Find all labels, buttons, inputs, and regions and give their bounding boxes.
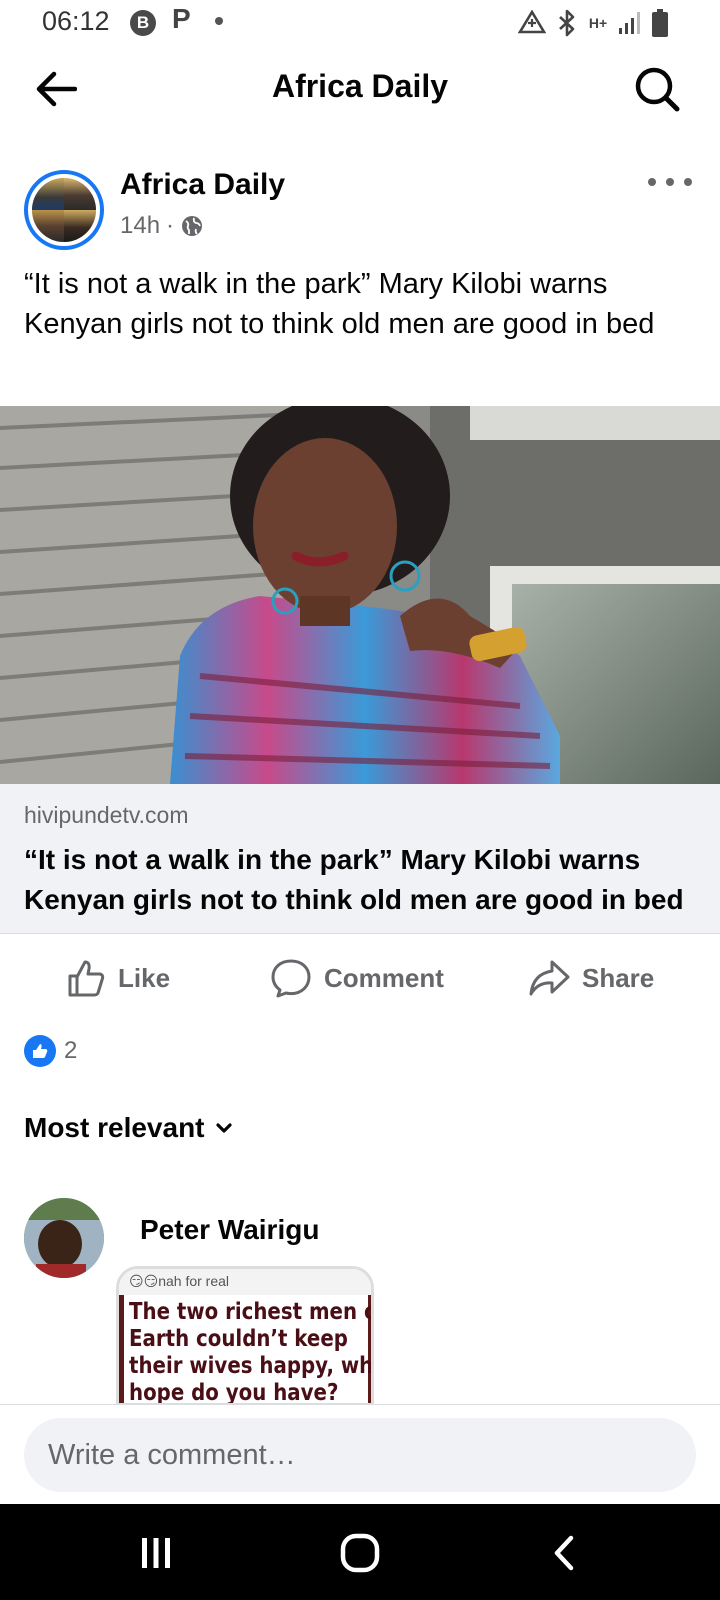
dot-icon xyxy=(648,178,656,186)
link-title: “It is not a walk in the park” Mary Kilo… xyxy=(24,840,696,920)
signal-icon xyxy=(619,12,640,34)
like-button[interactable]: Like xyxy=(66,950,170,1006)
like-label: Like xyxy=(118,962,171,993)
search-icon xyxy=(635,67,680,112)
data-saver-icon xyxy=(518,10,546,34)
sort-label: Most relevant xyxy=(24,1112,205,1143)
battery-icon xyxy=(652,9,668,37)
post-photo xyxy=(0,406,720,784)
comment-author[interactable]: Peter Wairigu xyxy=(140,1214,319,1246)
dot-icon xyxy=(666,178,674,186)
meme-line: Earth couldn’t keep xyxy=(129,1326,348,1352)
commenter-photo xyxy=(24,1198,104,1278)
meme-line: The two richest men on xyxy=(129,1299,374,1325)
meme-header: 😏😏nah for real xyxy=(119,1269,371,1295)
network-type-icon: H+ xyxy=(588,14,608,31)
notification-dot-icon xyxy=(215,17,223,25)
search-button[interactable] xyxy=(630,62,684,116)
dot-icon xyxy=(684,178,692,186)
page-title: Africa Daily xyxy=(271,68,449,104)
status-bar: 06:12 B P H+ xyxy=(0,0,720,46)
back-chevron-icon xyxy=(554,1535,574,1571)
comment-button[interactable]: Comment xyxy=(270,950,444,1006)
comment-attachment-image[interactable]: 😏😏nah for real The two richest men on Ea… xyxy=(116,1266,374,1406)
post-header: Africa Daily 14h · xyxy=(0,160,720,260)
bluetooth-icon xyxy=(559,9,575,37)
avatar-collage xyxy=(32,178,96,242)
recent-apps-icon xyxy=(142,1538,170,1568)
post-text: “It is not a walk in the park” Mary Kilo… xyxy=(24,268,655,340)
link-title-line-1: “It is not a walk in the park” Mary Kilo… xyxy=(24,844,641,875)
chevron-down-icon xyxy=(215,1123,232,1133)
home-icon xyxy=(340,1533,380,1573)
comment-label: Comment xyxy=(324,962,444,993)
meta-separator: · xyxy=(166,212,175,239)
post-actions: Like Comment Share xyxy=(0,950,720,1010)
post-meta: 14h · xyxy=(120,212,204,240)
home-button[interactable] xyxy=(330,1526,390,1580)
meme-text: The two richest men on Earth couldn’t ke… xyxy=(129,1299,374,1406)
meme-line: their wives happy, what xyxy=(129,1353,374,1379)
link-preview[interactable]: hivipundetv.com “It is not a walk in the… xyxy=(0,784,720,934)
status-time: 06:12 xyxy=(42,6,110,36)
link-title-line-2: Kenyan girls not to think old men are go… xyxy=(24,884,684,915)
comment-input[interactable]: Write a comment… xyxy=(24,1418,696,1492)
system-navigation-bar xyxy=(0,1504,720,1600)
commenter-avatar[interactable] xyxy=(24,1198,104,1278)
reactions-summary[interactable]: 2 xyxy=(24,1034,77,1068)
comment-sort-dropdown[interactable]: Most relevant xyxy=(24,1112,233,1144)
post-author-name[interactable]: Africa Daily xyxy=(120,168,285,202)
notification-b-icon: B xyxy=(130,10,156,36)
recent-apps-button[interactable] xyxy=(126,1526,186,1580)
thumbs-up-icon xyxy=(68,960,105,997)
link-domain: hivipundetv.com xyxy=(24,802,189,828)
comment-icon xyxy=(271,959,311,998)
share-button[interactable]: Share xyxy=(528,950,654,1006)
meme-line: hope do you have? xyxy=(129,1380,339,1406)
app-header: Africa Daily xyxy=(0,48,720,132)
meme-caption: nah for real xyxy=(158,1273,230,1289)
comment-composer: Write a comment… xyxy=(0,1404,720,1504)
post-time[interactable]: 14h xyxy=(120,212,160,240)
globe-icon xyxy=(182,216,203,236)
status-icons: H+ xyxy=(518,8,668,38)
reaction-count: 2 xyxy=(64,1037,78,1064)
share-label: Share xyxy=(582,962,655,993)
back-nav-button[interactable] xyxy=(534,1526,594,1580)
like-reaction-icon xyxy=(24,1035,56,1067)
share-icon xyxy=(529,960,570,996)
more-options-button[interactable] xyxy=(648,172,692,192)
notification-p-icon: P xyxy=(172,3,191,34)
page-avatar[interactable] xyxy=(24,170,104,250)
post-image[interactable] xyxy=(0,406,720,784)
